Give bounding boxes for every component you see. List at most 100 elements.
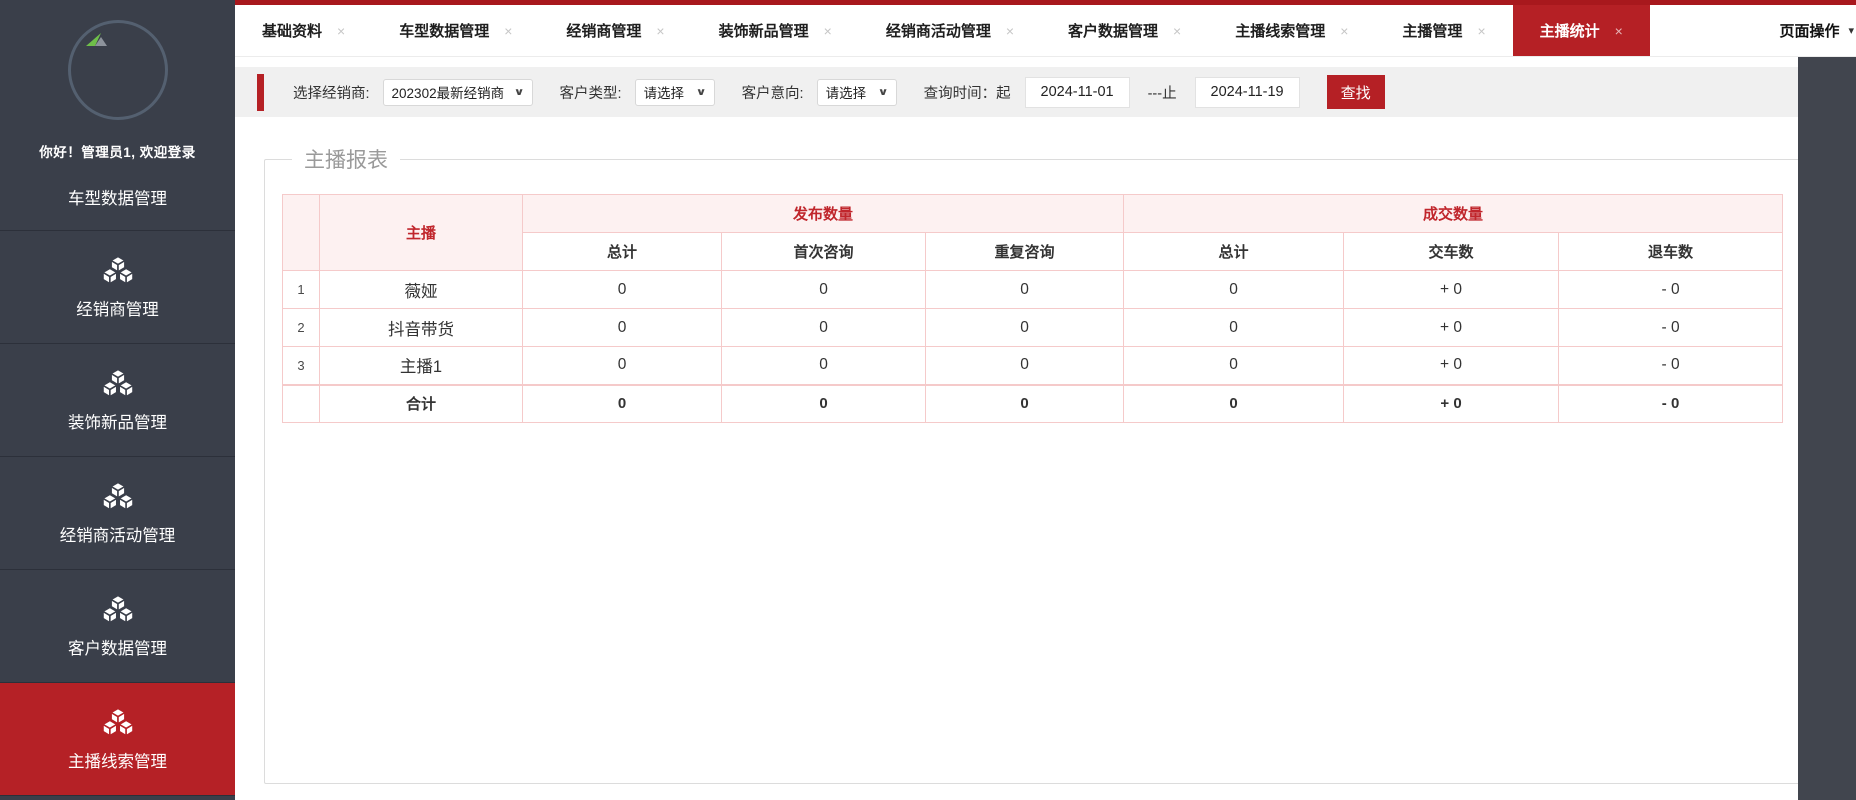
subheader-repeat-inquiry: 重复咨询 (926, 233, 1124, 271)
date-to-input[interactable] (1195, 77, 1300, 108)
index-column-header (283, 195, 320, 271)
row-index (283, 385, 320, 423)
close-tab-icon[interactable]: × (1615, 23, 1623, 39)
sidebar-menu: 车型数据管理 经销商管理 装饰新品管理 (0, 164, 235, 800)
sidebar-divider (0, 795, 235, 800)
cell-value: 0 (523, 385, 722, 423)
date-to-label: ---止 (1148, 82, 1177, 103)
tab-basic-info[interactable]: 基础资料 × (235, 5, 372, 56)
cell-value: 0 (926, 271, 1124, 309)
tab-label: 主播管理 (1402, 20, 1462, 41)
subheader-returned: 退车数 (1559, 233, 1783, 271)
tab-label: 装饰新品管理 (719, 20, 809, 41)
cubes-icon (98, 254, 138, 287)
content-frame: 选择经销商: 202302最新经销商 ∨ 客户类型: 请选择 ∨ 客户意向: 请… (235, 57, 1798, 800)
sidebar: 你好！管理员1, 欢迎登录 车型数据管理 经销商管理 装饰新品 (0, 0, 235, 800)
cubes-icon (98, 480, 138, 513)
publish-count-group-header: 发布数量 (523, 195, 1124, 233)
tab-dealer-activity[interactable]: 经销商活动管理 × (859, 5, 1041, 56)
select-caret-icon: ∨ (696, 87, 707, 98)
anchor-name: 主播1 (320, 347, 523, 385)
sidebar-item-label: 客户数据管理 (68, 635, 167, 659)
anchor-name: 薇娅 (320, 271, 523, 309)
tab-label: 经销商活动管理 (886, 20, 991, 41)
customer-type-select[interactable]: 请选择 ∨ (635, 79, 715, 106)
tab-anchor-leads[interactable]: 主播线索管理 × (1208, 5, 1375, 56)
anchor-report-table: 主播 发布数量 成交数量 总计 首次咨询 重复咨询 总计 交车数 退车数 (282, 194, 1783, 423)
tab-decor-new-product[interactable]: 装饰新品管理 × (692, 5, 859, 56)
cell-value: 0 (926, 309, 1124, 347)
cell-value: 0 (1124, 271, 1344, 309)
tab-dealer-mgmt[interactable]: 经销商管理 × (539, 5, 691, 56)
close-tab-icon[interactable]: × (504, 23, 512, 39)
tab-bar: 基础资料 × 车型数据管理 × 经销商管理 × 装饰新品管理 × 经销商活动管理… (235, 0, 1856, 57)
customer-intent-select[interactable]: 请选择 ∨ (817, 79, 897, 106)
cell-value: 0 (926, 347, 1124, 385)
table-row: 2 抖音带货 0 0 0 0 + 0 - 0 (283, 309, 1783, 347)
select-caret-icon: ∨ (514, 87, 525, 98)
close-tab-icon[interactable]: × (1173, 23, 1181, 39)
tab-label: 经销商管理 (566, 20, 641, 41)
customer-type-label: 客户类型: (560, 82, 622, 103)
cell-value: 0 (722, 385, 926, 423)
search-button[interactable]: 查找 (1327, 75, 1385, 109)
cell-value: - 0 (1559, 271, 1783, 309)
cell-value: 0 (722, 271, 926, 309)
close-tab-icon[interactable]: × (1006, 23, 1014, 39)
cell-value: + 0 (1344, 271, 1559, 309)
sidebar-item-label: 装饰新品管理 (68, 409, 167, 433)
total-row: 合计 0 0 0 0 + 0 - 0 (283, 385, 1783, 423)
close-tab-icon[interactable]: × (656, 23, 664, 39)
cell-value: + 0 (1344, 385, 1559, 423)
content-row: 选择经销商: 202302最新经销商 ∨ 客户类型: 请选择 ∨ 客户意向: 请… (235, 57, 1856, 800)
avatar (68, 20, 168, 120)
table-row: 1 薇娅 0 0 0 0 + 0 - 0 (283, 271, 1783, 309)
table-row: 3 主播1 0 0 0 0 + 0 - 0 (283, 347, 1783, 385)
tab-anchor-mgmt[interactable]: 主播管理 × (1375, 5, 1512, 56)
dealer-select[interactable]: 202302最新经销商 ∨ (383, 79, 533, 106)
cell-value: 0 (523, 271, 722, 309)
row-index: 2 (283, 309, 320, 347)
close-tab-icon[interactable]: × (337, 23, 345, 39)
close-tab-icon[interactable]: × (1477, 23, 1485, 39)
app-window: 你好！管理员1, 欢迎登录 车型数据管理 经销商管理 装饰新品 (0, 0, 1856, 800)
sidebar-item-decor-new-product[interactable]: 装饰新品管理 (0, 343, 235, 456)
accent-bar (257, 74, 264, 111)
deal-count-group-header: 成交数量 (1124, 195, 1783, 233)
customer-intent-value: 请选择 (826, 82, 867, 102)
cell-value: - 0 (1559, 347, 1783, 385)
cell-value: - 0 (1559, 309, 1783, 347)
tab-customer-data[interactable]: 客户数据管理 × (1041, 5, 1208, 56)
date-from-input[interactable] (1025, 77, 1130, 108)
dealer-label: 选择经销商: (293, 82, 370, 103)
row-index: 3 (283, 347, 320, 385)
intent-label: 客户意向: (742, 82, 804, 103)
cell-value: 0 (1124, 347, 1344, 385)
cubes-icon (98, 706, 138, 739)
sidebar-item-anchor-leads[interactable]: 主播线索管理 (0, 682, 235, 795)
select-caret-icon: ∨ (878, 87, 889, 98)
close-tab-icon[interactable]: × (824, 23, 832, 39)
sidebar-item-label: 主播线索管理 (68, 748, 167, 772)
tab-vehicle-data[interactable]: 车型数据管理 × (372, 5, 539, 56)
customer-type-value: 请选择 (644, 82, 685, 102)
cubes-icon (98, 593, 138, 626)
subheader-first-inquiry: 首次咨询 (722, 233, 926, 271)
tab-anchor-stats[interactable]: 主播统计 × (1513, 5, 1650, 56)
close-tab-icon[interactable]: × (1340, 23, 1348, 39)
cell-value: 0 (1124, 385, 1344, 423)
report-panel: 主播报表 主播 发布数量 成交数量 (264, 144, 1798, 784)
sidebar-item-customer-data[interactable]: 客户数据管理 (0, 569, 235, 682)
page-actions-menu[interactable]: 页面操作 ▾ (1753, 5, 1856, 56)
sidebar-item-vehicle-data[interactable]: 车型数据管理 (0, 164, 235, 230)
anchor-name: 抖音带货 (320, 309, 523, 347)
sidebar-item-dealer-mgmt[interactable]: 经销商管理 (0, 230, 235, 343)
query-time-label: 查询时间：起 (924, 82, 1011, 103)
sidebar-item-dealer-activity[interactable]: 经销商活动管理 (0, 456, 235, 569)
main-area: 基础资料 × 车型数据管理 × 经销商管理 × 装饰新品管理 × 经销商活动管理… (235, 0, 1856, 800)
sidebar-item-label: 经销商活动管理 (60, 522, 176, 546)
filter-bar: 选择经销商: 202302最新经销商 ∨ 客户类型: 请选择 ∨ 客户意向: 请… (235, 67, 1798, 117)
cell-value: 0 (523, 347, 722, 385)
page-background (1798, 57, 1856, 800)
cell-value: 0 (1124, 309, 1344, 347)
